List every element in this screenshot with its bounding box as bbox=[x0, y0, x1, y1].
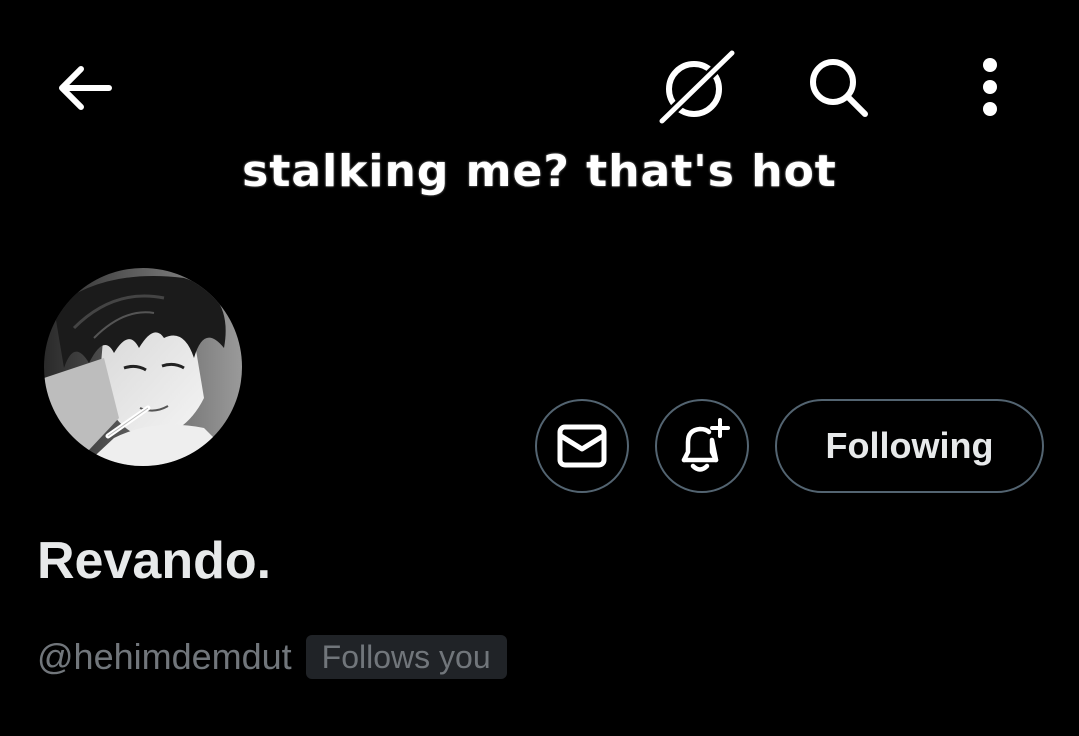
follows-you-badge: Follows you bbox=[305, 635, 507, 679]
search-button[interactable] bbox=[800, 52, 876, 122]
more-button[interactable] bbox=[968, 52, 1012, 122]
grok-button[interactable] bbox=[655, 48, 737, 126]
back-button[interactable] bbox=[50, 56, 118, 120]
top-bar bbox=[0, 0, 1079, 140]
user-handle: @hehimdemdut bbox=[37, 636, 292, 677]
handle-row: @hehimdemdut Follows you bbox=[37, 634, 507, 680]
message-button[interactable] bbox=[535, 399, 629, 493]
grok-icon bbox=[659, 50, 735, 124]
mail-icon bbox=[557, 424, 607, 468]
more-vertical-icon bbox=[983, 58, 997, 116]
notifications-button[interactable] bbox=[655, 399, 749, 493]
bell-plus-icon bbox=[681, 418, 730, 472]
display-name: Revando. bbox=[37, 532, 272, 590]
banner-text: stalking me? that's hot bbox=[242, 146, 837, 197]
avatar[interactable] bbox=[40, 264, 246, 470]
avatar-image bbox=[44, 268, 242, 466]
arrow-left-icon bbox=[59, 66, 112, 110]
search-icon bbox=[810, 59, 868, 117]
following-button[interactable]: Following bbox=[775, 399, 1044, 493]
